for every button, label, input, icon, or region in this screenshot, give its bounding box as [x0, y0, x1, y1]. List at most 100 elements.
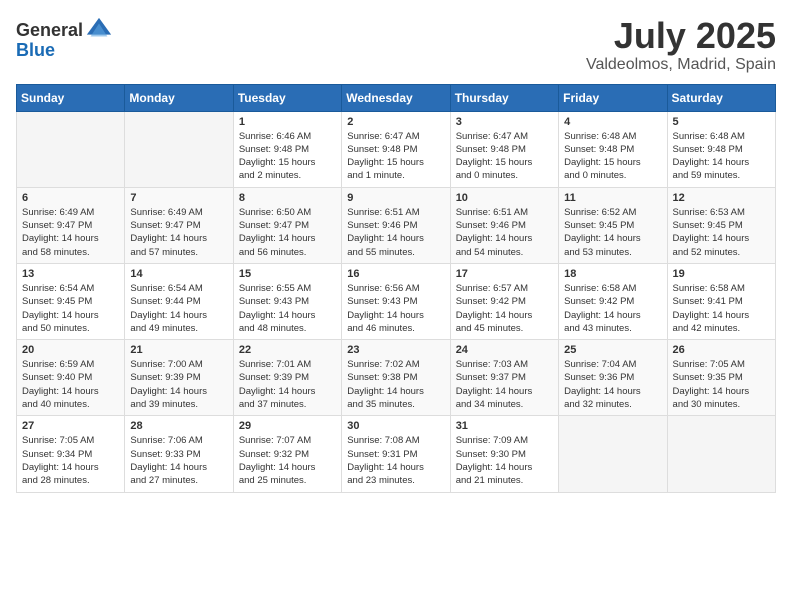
calendar-week-row: 20 Sunrise: 6:59 AM Sunset: 9:40 PM Dayli… [17, 340, 776, 416]
logo-text-blue: Blue [16, 40, 55, 61]
day-number: 28 [130, 420, 227, 432]
calendar-cell: 25 Sunrise: 7:04 AM Sunset: 9:36 PM Dayli… [559, 340, 667, 416]
day-number: 24 [456, 344, 553, 356]
day-info: Sunrise: 7:05 AM Sunset: 9:34 PM Dayligh… [22, 434, 119, 487]
calendar-cell: 5 Sunrise: 6:48 AM Sunset: 9:48 PM Daylig… [667, 111, 775, 187]
calendar-cell: 24 Sunrise: 7:03 AM Sunset: 9:37 PM Dayli… [450, 340, 558, 416]
day-info: Sunrise: 6:58 AM Sunset: 9:41 PM Dayligh… [673, 282, 770, 335]
calendar-cell: 6 Sunrise: 6:49 AM Sunset: 9:47 PM Daylig… [17, 187, 125, 263]
day-number: 18 [564, 268, 661, 280]
month-year-title: July 2025 [586, 16, 776, 56]
calendar-cell: 17 Sunrise: 6:57 AM Sunset: 9:42 PM Dayli… [450, 263, 558, 339]
day-number: 6 [22, 192, 119, 204]
day-info: Sunrise: 6:48 AM Sunset: 9:48 PM Dayligh… [673, 130, 770, 183]
day-number: 25 [564, 344, 661, 356]
logo-text-general: General [16, 20, 83, 41]
day-info: Sunrise: 6:50 AM Sunset: 9:47 PM Dayligh… [239, 206, 336, 259]
day-number: 11 [564, 192, 661, 204]
calendar-cell: 22 Sunrise: 7:01 AM Sunset: 9:39 PM Dayli… [233, 340, 341, 416]
calendar-day-header: Monday [125, 84, 233, 111]
calendar-cell: 19 Sunrise: 6:58 AM Sunset: 9:41 PM Dayli… [667, 263, 775, 339]
day-number: 16 [347, 268, 444, 280]
logo: General Blue [16, 16, 113, 61]
calendar-cell: 28 Sunrise: 7:06 AM Sunset: 9:33 PM Dayli… [125, 416, 233, 492]
day-number: 14 [130, 268, 227, 280]
day-info: Sunrise: 7:05 AM Sunset: 9:35 PM Dayligh… [673, 358, 770, 411]
day-number: 4 [564, 116, 661, 128]
day-info: Sunrise: 6:58 AM Sunset: 9:42 PM Dayligh… [564, 282, 661, 335]
calendar-week-row: 1Sunrise: 6:46 AM Sunset: 9:48 PM Daylig… [17, 111, 776, 187]
day-number: 13 [22, 268, 119, 280]
calendar-cell: 7Sunrise: 6:49 AM Sunset: 9:47 PM Daylig… [125, 187, 233, 263]
day-number: 9 [347, 192, 444, 204]
calendar-day-header: Thursday [450, 84, 558, 111]
calendar-cell: 31Sunrise: 7:09 AM Sunset: 9:30 PM Dayli… [450, 416, 558, 492]
calendar-cell: 9 Sunrise: 6:51 AM Sunset: 9:46 PM Daylig… [342, 187, 450, 263]
day-info: Sunrise: 6:56 AM Sunset: 9:43 PM Dayligh… [347, 282, 444, 335]
calendar-week-row: 27 Sunrise: 7:05 AM Sunset: 9:34 PM Dayli… [17, 416, 776, 492]
calendar-cell: 26 Sunrise: 7:05 AM Sunset: 9:35 PM Dayli… [667, 340, 775, 416]
day-info: Sunrise: 7:01 AM Sunset: 9:39 PM Dayligh… [239, 358, 336, 411]
day-info: Sunrise: 6:59 AM Sunset: 9:40 PM Dayligh… [22, 358, 119, 411]
day-number: 23 [347, 344, 444, 356]
day-number: 2 [347, 116, 444, 128]
day-number: 10 [456, 192, 553, 204]
calendar-cell: 12Sunrise: 6:53 AM Sunset: 9:45 PM Dayli… [667, 187, 775, 263]
calendar-cell [667, 416, 775, 492]
calendar-cell: 16 Sunrise: 6:56 AM Sunset: 9:43 PM Dayli… [342, 263, 450, 339]
calendar-cell: 10 Sunrise: 6:51 AM Sunset: 9:46 PM Dayli… [450, 187, 558, 263]
logo-icon [85, 16, 113, 44]
calendar-header-row: SundayMondayTuesdayWednesdayThursdayFrid… [17, 84, 776, 111]
day-info: Sunrise: 6:51 AM Sunset: 9:46 PM Dayligh… [347, 206, 444, 259]
day-number: 27 [22, 420, 119, 432]
calendar-day-header: Tuesday [233, 84, 341, 111]
day-info: Sunrise: 7:03 AM Sunset: 9:37 PM Dayligh… [456, 358, 553, 411]
day-number: 26 [673, 344, 770, 356]
day-info: Sunrise: 7:09 AM Sunset: 9:30 PM Dayligh… [456, 434, 553, 487]
calendar-cell: 23Sunrise: 7:02 AM Sunset: 9:38 PM Dayli… [342, 340, 450, 416]
day-number: 5 [673, 116, 770, 128]
calendar-cell [125, 111, 233, 187]
day-number: 3 [456, 116, 553, 128]
calendar-cell: 15Sunrise: 6:55 AM Sunset: 9:43 PM Dayli… [233, 263, 341, 339]
day-info: Sunrise: 6:54 AM Sunset: 9:44 PM Dayligh… [130, 282, 227, 335]
calendar-week-row: 13 Sunrise: 6:54 AM Sunset: 9:45 PM Dayli… [17, 263, 776, 339]
title-block: July 2025 Valdeolmos, Madrid, Spain [586, 16, 776, 74]
day-info: Sunrise: 6:55 AM Sunset: 9:43 PM Dayligh… [239, 282, 336, 335]
calendar-cell: 29Sunrise: 7:07 AM Sunset: 9:32 PM Dayli… [233, 416, 341, 492]
day-number: 19 [673, 268, 770, 280]
calendar-day-header: Wednesday [342, 84, 450, 111]
calendar-cell [17, 111, 125, 187]
day-number: 7 [130, 192, 227, 204]
calendar-table: SundayMondayTuesdayWednesdayThursdayFrid… [16, 84, 776, 493]
location-subtitle: Valdeolmos, Madrid, Spain [586, 56, 776, 74]
calendar-cell: 11Sunrise: 6:52 AM Sunset: 9:45 PM Dayli… [559, 187, 667, 263]
calendar-cell: 4Sunrise: 6:48 AM Sunset: 9:48 PM Daylig… [559, 111, 667, 187]
day-info: Sunrise: 6:57 AM Sunset: 9:42 PM Dayligh… [456, 282, 553, 335]
page-header: General Blue July 2025 Valdeolmos, Madri… [16, 16, 776, 74]
day-number: 8 [239, 192, 336, 204]
calendar-cell: 8 Sunrise: 6:50 AM Sunset: 9:47 PM Daylig… [233, 187, 341, 263]
calendar-cell: 20 Sunrise: 6:59 AM Sunset: 9:40 PM Dayli… [17, 340, 125, 416]
day-number: 1 [239, 116, 336, 128]
calendar-cell: 27 Sunrise: 7:05 AM Sunset: 9:34 PM Dayli… [17, 416, 125, 492]
day-info: Sunrise: 6:51 AM Sunset: 9:46 PM Dayligh… [456, 206, 553, 259]
calendar-cell: 30 Sunrise: 7:08 AM Sunset: 9:31 PM Dayli… [342, 416, 450, 492]
calendar-cell: 18 Sunrise: 6:58 AM Sunset: 9:42 PM Dayli… [559, 263, 667, 339]
day-info: Sunrise: 7:08 AM Sunset: 9:31 PM Dayligh… [347, 434, 444, 487]
day-number: 29 [239, 420, 336, 432]
day-info: Sunrise: 6:54 AM Sunset: 9:45 PM Dayligh… [22, 282, 119, 335]
day-number: 22 [239, 344, 336, 356]
calendar-week-row: 6 Sunrise: 6:49 AM Sunset: 9:47 PM Daylig… [17, 187, 776, 263]
day-info: Sunrise: 6:49 AM Sunset: 9:47 PM Dayligh… [22, 206, 119, 259]
calendar-cell: 3Sunrise: 6:47 AM Sunset: 9:48 PM Daylig… [450, 111, 558, 187]
day-number: 21 [130, 344, 227, 356]
day-info: Sunrise: 7:04 AM Sunset: 9:36 PM Dayligh… [564, 358, 661, 411]
calendar-cell: 1Sunrise: 6:46 AM Sunset: 9:48 PM Daylig… [233, 111, 341, 187]
day-number: 17 [456, 268, 553, 280]
day-info: Sunrise: 6:47 AM Sunset: 9:48 PM Dayligh… [347, 130, 444, 183]
calendar-day-header: Saturday [667, 84, 775, 111]
day-number: 30 [347, 420, 444, 432]
day-info: Sunrise: 7:06 AM Sunset: 9:33 PM Dayligh… [130, 434, 227, 487]
day-number: 20 [22, 344, 119, 356]
